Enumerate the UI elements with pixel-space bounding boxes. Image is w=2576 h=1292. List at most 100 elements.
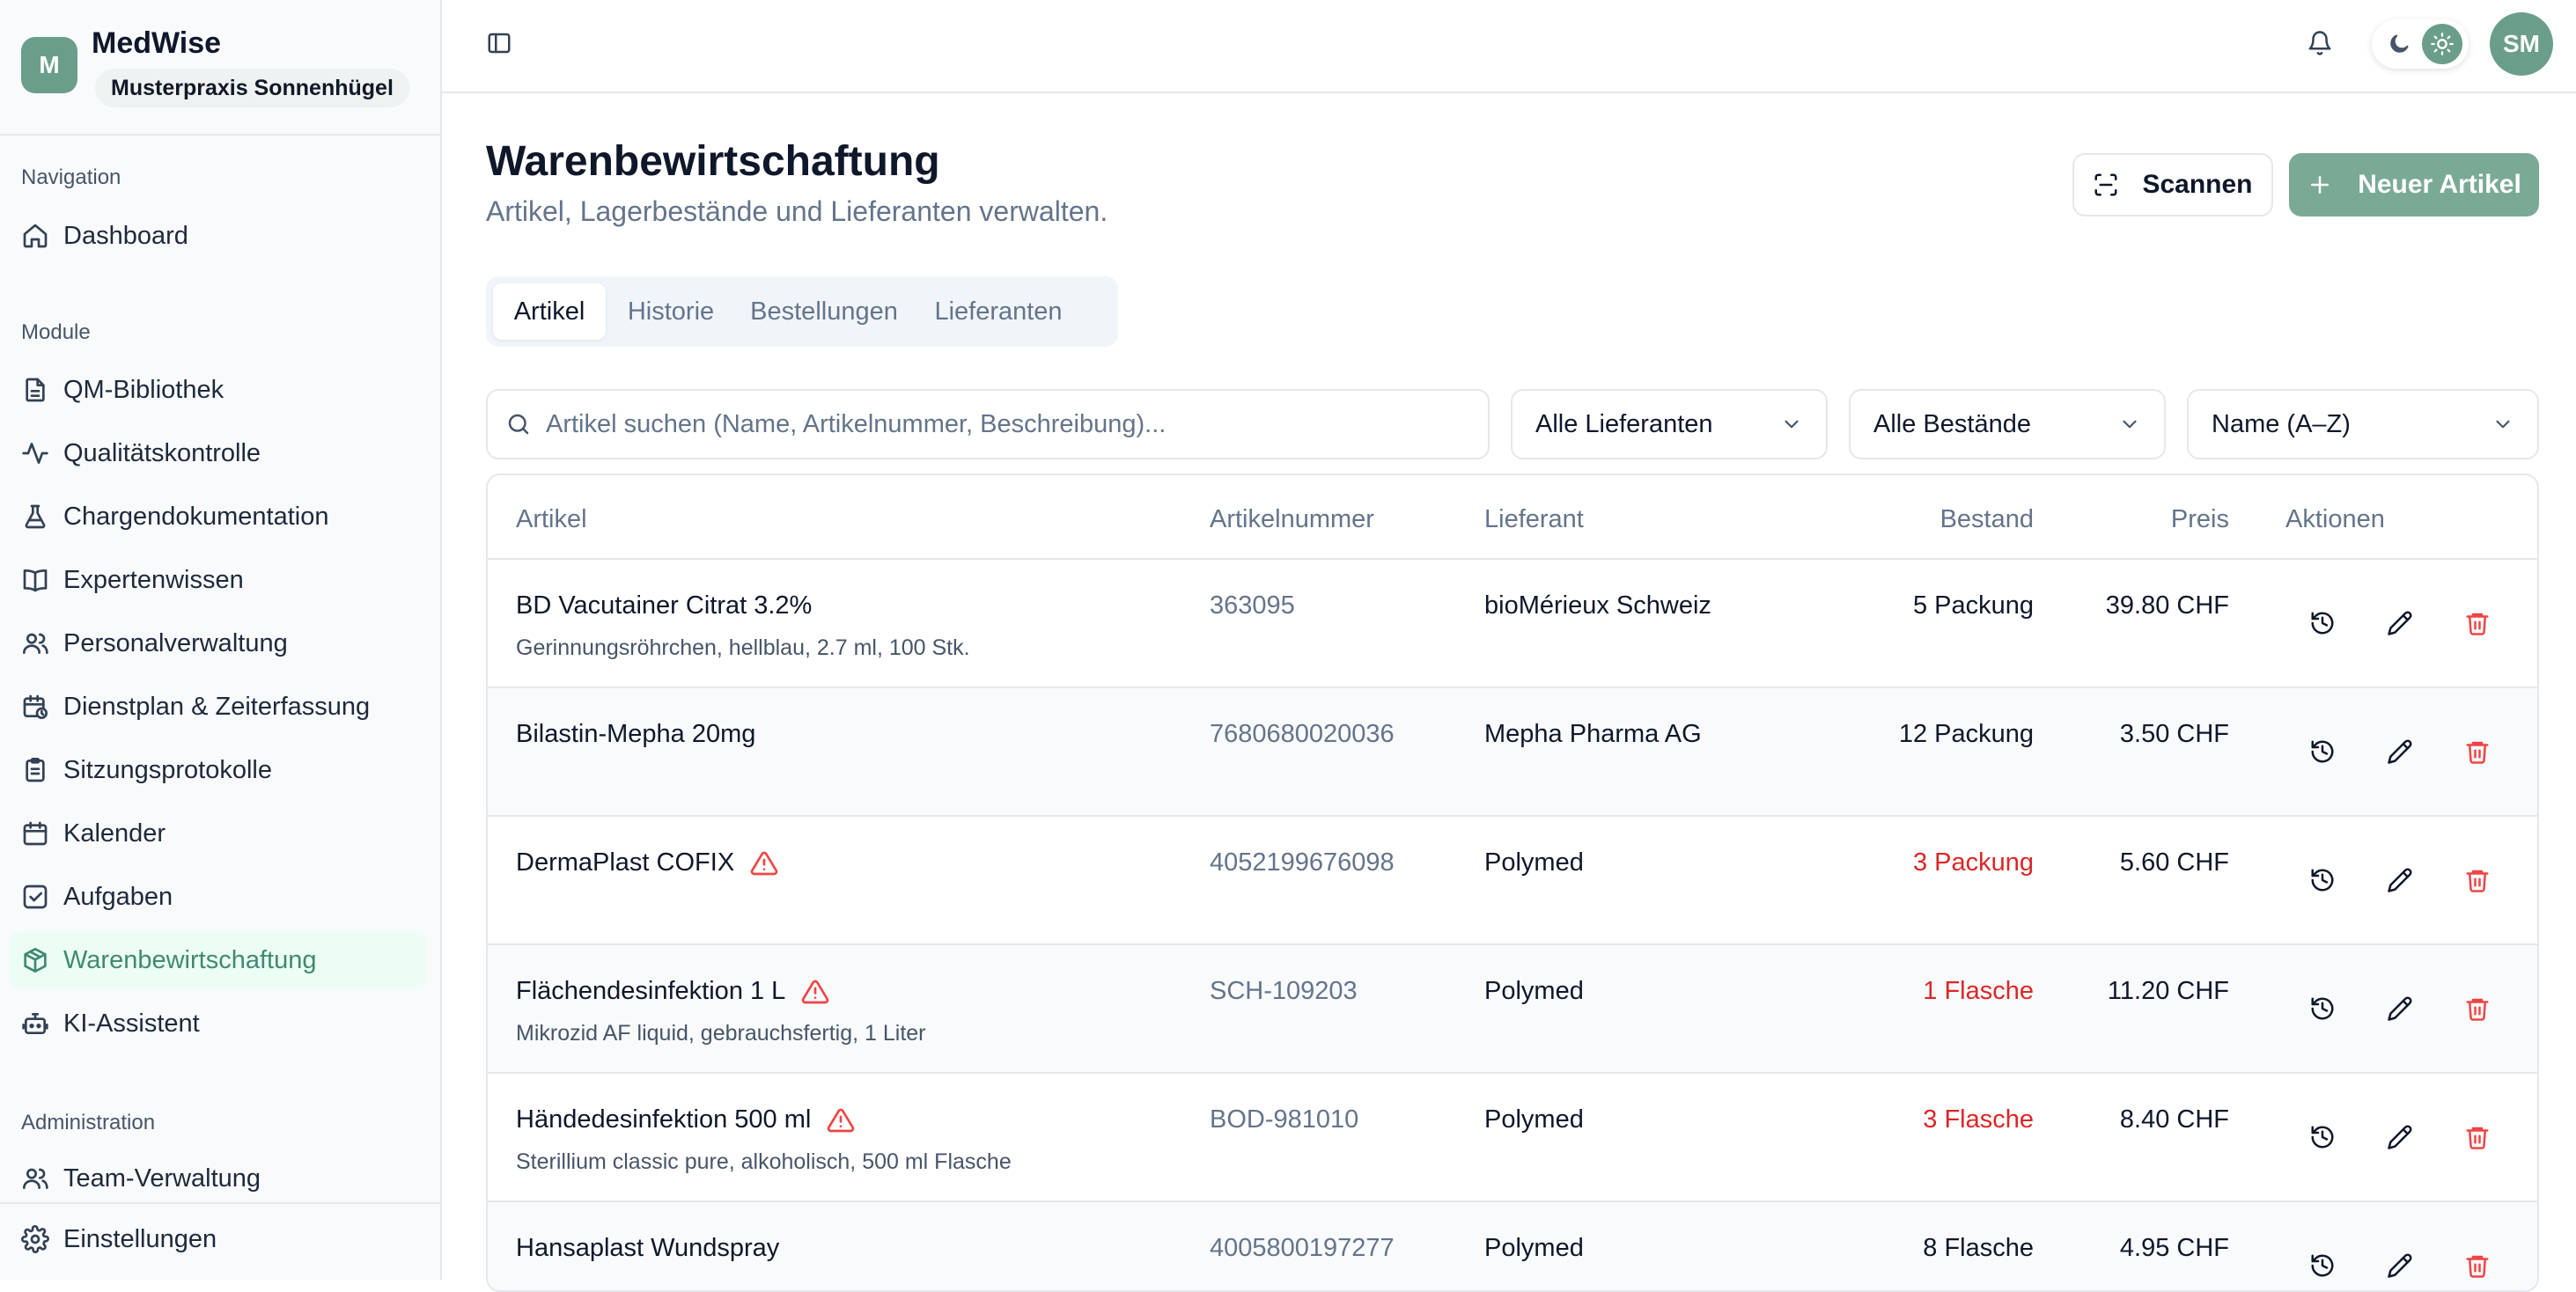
sidebar-item-dienstplan[interactable]: Dienstplan & Zeiterfassung — [9, 679, 426, 735]
tab-artikel[interactable]: Artikel — [493, 283, 606, 340]
article-supplier: Polymed — [1484, 848, 1584, 877]
article-price: 8.40 CHF — [2119, 1105, 2229, 1134]
article-name: BD Vacutainer Citrat 3.2% — [516, 591, 813, 620]
article-price: 5.60 CHF — [2119, 848, 2229, 877]
notifications-button[interactable] — [2298, 21, 2342, 65]
tab-lieferanten[interactable]: Lieferanten — [923, 283, 1074, 340]
pencil-icon — [2388, 611, 2412, 635]
article-stock: 12 Packung — [1898, 720, 2034, 748]
edit-button[interactable] — [2381, 861, 2419, 899]
article-name: Bilastin-Mepha 20mg — [516, 720, 756, 748]
history-button[interactable] — [2303, 604, 2342, 642]
dark-mode-option[interactable] — [2379, 24, 2419, 64]
history-icon — [2311, 740, 2334, 763]
table-row[interactable]: Flächendesinfektion 1 L Mikrozid AF liqu… — [488, 945, 2537, 1074]
toggle-sidebar-button[interactable] — [477, 21, 521, 65]
tab-historie[interactable]: Historie — [616, 283, 725, 340]
article-number: 363095 — [1210, 591, 1295, 620]
sidebar-item-ki-assistent[interactable]: KI-Assistent — [9, 995, 426, 1052]
clipboard-icon — [26, 758, 45, 782]
pencil-icon — [2388, 868, 2412, 892]
sort-select[interactable]: Name (A–Z) — [2187, 389, 2539, 459]
delete-button[interactable] — [2458, 1118, 2497, 1156]
column-header-artikel[interactable]: Artikel — [516, 505, 587, 534]
tab-bestellungen[interactable]: Bestellungen — [736, 283, 912, 340]
column-header-aktionen: Aktionen — [2285, 505, 2385, 533]
table-row[interactable]: BD Vacutainer Citrat 3.2% Gerinnungsröhr… — [488, 560, 2537, 688]
stock-filter-select[interactable]: Alle Bestände — [1849, 389, 2166, 459]
new-article-button[interactable]: Neuer Artikel — [2289, 153, 2539, 217]
article-stock: 8 Flasche — [1923, 1234, 2034, 1262]
column-header-lieferant[interactable]: Lieferant — [1484, 505, 1584, 534]
edit-button[interactable] — [2381, 732, 2419, 771]
delete-button[interactable] — [2458, 732, 2497, 771]
sidebar-item-personalverwaltung[interactable]: Personalverwaltung — [9, 615, 426, 672]
sidebar-item-expertenwissen[interactable]: Expertenwissen — [9, 552, 426, 608]
app-logo[interactable]: M — [21, 37, 77, 93]
search-input[interactable] — [544, 408, 1463, 440]
delete-button[interactable] — [2458, 861, 2497, 899]
article-supplier: Polymed — [1484, 1105, 1584, 1134]
article-name: Händedesinfektion 500 ml — [516, 1105, 812, 1134]
delete-button[interactable] — [2458, 989, 2497, 1028]
document-icon — [26, 378, 45, 402]
tab-list: Artikel Historie Bestellungen Lieferante… — [486, 276, 1118, 347]
article-number: SCH-109203 — [1210, 977, 1358, 1005]
sidebar-item-sitzungsprotokolle[interactable]: Sitzungsprotokolle — [9, 742, 426, 798]
article-price: 3.50 CHF — [2119, 720, 2229, 748]
history-button[interactable] — [2303, 861, 2342, 899]
package-icon — [24, 948, 47, 973]
sidebar-item-einstellungen[interactable]: Einstellungen — [9, 1211, 426, 1267]
light-mode-option[interactable] — [2421, 24, 2462, 64]
history-button[interactable] — [2303, 989, 2342, 1028]
pencil-icon — [2388, 1253, 2412, 1278]
sun-icon — [2430, 33, 2454, 55]
article-name: Hansaplast Wundspray — [516, 1234, 780, 1262]
nav-section-navigation: Navigation — [21, 165, 121, 189]
sidebar-item-chargendokumentation[interactable]: Chargendokumentation — [9, 488, 426, 545]
supplier-filter-value: Alle Lieferanten — [1535, 409, 1713, 438]
sidebar-item-qualitaetskontrolle[interactable]: Qualitätskontrolle — [9, 425, 426, 481]
table-row[interactable]: Bilastin-Mepha 20mg 7680680020036 Mepha … — [488, 688, 2537, 817]
article-supplier: Polymed — [1484, 977, 1584, 1005]
table-row[interactable]: Händedesinfektion 500 ml Sterillium clas… — [488, 1074, 2537, 1202]
sidebar-item-dashboard[interactable]: Dashboard — [9, 208, 426, 264]
delete-button[interactable] — [2458, 1246, 2497, 1285]
column-header-preis[interactable]: Preis — [2171, 505, 2229, 534]
sidebar-item-team-verwaltung[interactable]: Team-Verwaltung — [9, 1150, 426, 1207]
column-header-bestand[interactable]: Bestand — [1940, 505, 2034, 534]
history-button[interactable] — [2303, 1118, 2342, 1156]
theme-toggle[interactable] — [2372, 19, 2469, 69]
sidebar-item-kalender[interactable]: Kalender — [9, 805, 426, 862]
table-row[interactable]: DermaPlast COFIX 4052199676098 Polymed 3… — [488, 817, 2537, 945]
delete-button[interactable] — [2458, 604, 2497, 642]
table-row[interactable]: Hansaplast Wundspray 4005800197277 Polym… — [488, 1202, 2537, 1290]
search-field[interactable] — [486, 389, 1490, 459]
supplier-filter-select[interactable]: Alle Lieferanten — [1511, 389, 1828, 459]
article-description: Gerinnungsröhrchen, hellblau, 2.7 ml, 10… — [516, 635, 970, 660]
edit-button[interactable] — [2381, 604, 2419, 642]
user-avatar[interactable]: SM — [2490, 12, 2553, 76]
practice-badge[interactable]: Musterpraxis Sonnenhügel — [95, 69, 409, 107]
scan-button[interactable]: Scannen — [2072, 153, 2273, 217]
edit-button[interactable] — [2381, 1118, 2419, 1156]
sidebar-item-warenbewirtschaftung[interactable]: Warenbewirtschaftung — [9, 932, 426, 988]
edit-button[interactable] — [2381, 989, 2419, 1028]
history-button[interactable] — [2303, 1246, 2342, 1285]
sidebar-item-qm-bibliothek[interactable]: QM-Bibliothek — [9, 362, 426, 418]
column-header-artikelnummer[interactable]: Artikelnummer — [1210, 505, 1374, 534]
history-button[interactable] — [2303, 732, 2342, 771]
topbar — [442, 0, 2576, 93]
flask-icon — [25, 504, 46, 529]
article-name-cell: DermaPlast COFIX — [516, 848, 778, 877]
chevron-down-icon — [1785, 420, 1799, 429]
article-number: 7680680020036 — [1210, 720, 1395, 748]
scan-button-label: Scannen — [2142, 170, 2253, 199]
article-number: 4052199676098 — [1210, 848, 1395, 877]
panel-left-icon — [488, 33, 511, 54]
sidebar-item-aufgaben[interactable]: Aufgaben — [9, 869, 426, 925]
nav-section-module: Module — [21, 320, 91, 344]
sidebar-item-label: Warenbewirtschaftung — [63, 945, 317, 974]
article-number: BOD-981010 — [1210, 1105, 1359, 1134]
edit-button[interactable] — [2381, 1246, 2419, 1285]
